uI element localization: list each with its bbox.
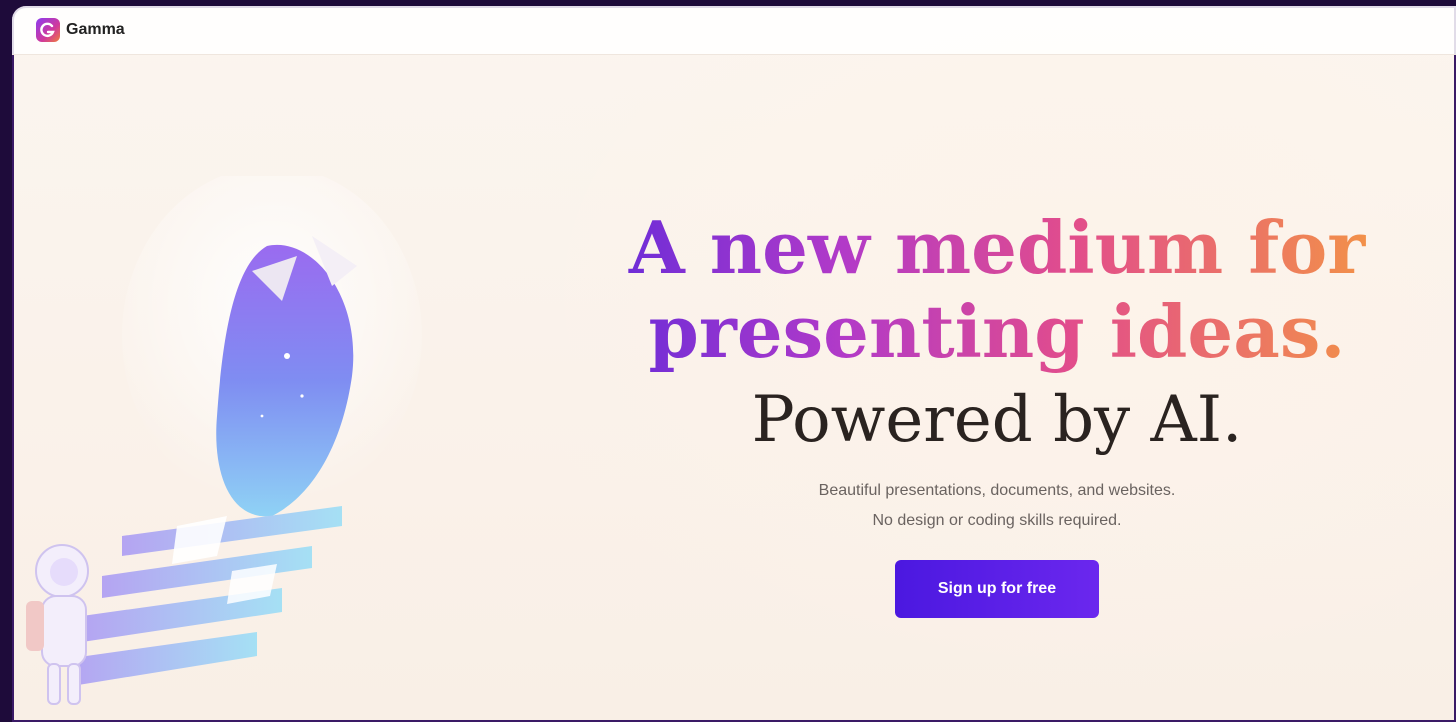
logo[interactable]: Gamma [36,18,125,42]
logo-text: Gamma [66,21,125,38]
headline: A new medium for presenting ideas. [612,206,1382,374]
powered-by-ai: Powered by AI. [751,383,1243,457]
hero-subtitle: Beautiful presentations, documents, and … [612,476,1382,536]
browser-frame: Gamma A new medium for presenting ideas.… [12,6,1456,722]
headline-line-2: presenting ideas. [648,289,1346,374]
headline-line-1: A new medium for [628,205,1366,290]
subtitle-line-1: Beautiful presentations, documents, and … [818,482,1176,499]
top-nav: Gamma [12,6,1456,55]
hero-section: A new medium for presenting ideas. Power… [612,206,1382,618]
hero-illustration [26,176,422,705]
subtitle-line-2: No design or coding skills required. [872,512,1122,529]
signup-button[interactable]: Sign up for free [895,560,1099,618]
astronaut-figure [26,544,89,705]
gamma-logo-icon [36,18,60,42]
